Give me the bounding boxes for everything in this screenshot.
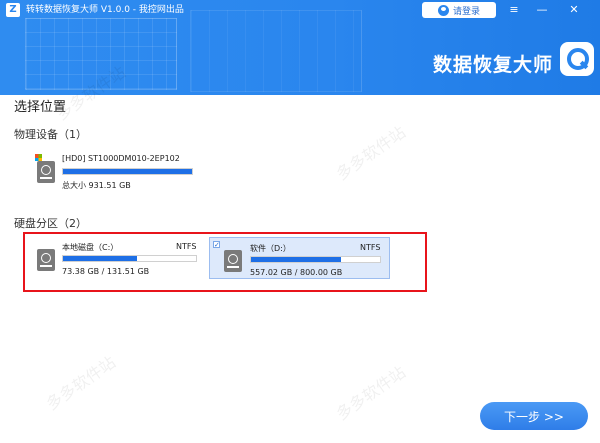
windows-flag-icon [35,154,42,161]
partition-disk-icon [224,250,242,272]
partition-size: 73.38 GB / 131.51 GB [62,267,150,276]
menu-icon[interactable]: ≡ [506,3,522,17]
device-size: 总大小 931.51 GB [62,181,131,190]
minimize-icon[interactable]: — [534,3,550,17]
watermark-text: 多多软件站 [332,362,410,424]
partition-name: 本地磁盘（C:） [62,243,119,252]
close-icon[interactable]: ✕ [566,3,582,17]
device-usage-bar [62,168,193,175]
physical-devices-heading: 物理设备（1） [14,128,87,141]
app-logo-icon: Z [6,3,20,17]
watermark-text: 多多软件站 [42,352,120,414]
partition-usage-bar [62,255,197,262]
login-label: 请登录 [452,6,480,17]
partition-size: 557.02 GB / 800.00 GB [250,268,343,277]
partition-filesystem: NTFS [360,243,381,252]
brand-title: 数据恢复大师 [433,54,554,76]
partition-disk-icon [37,249,55,271]
partition-filesystem: NTFS [176,242,197,251]
partition-name: 软件（D:） [250,244,291,253]
partitions-heading: 硬盘分区（2） [14,217,87,230]
partition-usage-fill [63,256,138,261]
partition-card-d[interactable]: ✓ 软件（D:） NTFS 557.02 GB / 800.00 GB [209,237,390,279]
device-name: [HD0] ST1000DM010-2EP102 [62,154,180,163]
partition-usage-bar [250,256,381,263]
page-title: 选择位置 [14,100,67,115]
hard-disk-icon [37,161,55,183]
login-button[interactable]: 请登录 [422,2,496,18]
partition-checkbox[interactable]: ✓ [213,241,220,249]
window-title: 转转数据恢复大师 V1.0.0 - 我控网出品 [26,5,184,15]
partition-card-c[interactable]: 本地磁盘（C:） NTFS 73.38 GB / 131.51 GB [31,237,203,279]
header-decoration-lines [190,10,362,92]
magnifier-restore-icon [560,42,594,76]
user-icon [437,4,449,16]
partition-usage-fill [251,257,341,262]
watermark-text: 多多软件站 [332,122,410,184]
device-usage-fill [63,169,192,174]
next-step-button[interactable]: 下一步 >> [480,402,588,430]
